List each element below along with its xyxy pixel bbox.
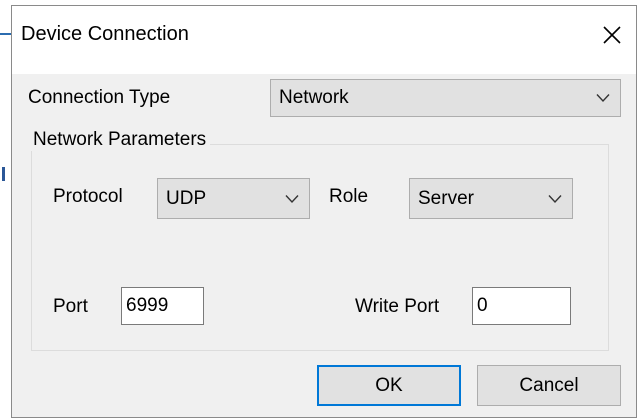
- port-input[interactable]: [122, 288, 203, 324]
- write-port-label: Write Port: [355, 296, 440, 317]
- ok-button[interactable]: OK: [317, 365, 461, 406]
- network-parameters-label: Network Parameters: [29, 129, 211, 151]
- close-button[interactable]: [588, 6, 636, 64]
- dialog-title: Device Connection: [21, 23, 189, 45]
- chevron-down-icon: [596, 94, 610, 103]
- role-label: Role: [329, 186, 369, 207]
- role-dropdown[interactable]: Server: [409, 178, 573, 219]
- protocol-dropdown[interactable]: UDP: [157, 178, 310, 219]
- chevron-down-icon: [548, 194, 562, 203]
- protocol-value: UDP: [166, 187, 207, 209]
- background-window-mark: [2, 167, 5, 181]
- connection-type-dropdown[interactable]: Network: [270, 79, 621, 117]
- cancel-button[interactable]: Cancel: [477, 365, 621, 406]
- write-port-input[interactable]: [473, 288, 570, 324]
- title-bar: Device Connection: [12, 6, 636, 74]
- chevron-down-icon: [285, 194, 299, 203]
- device-connection-dialog: Device Connection Connection Type Networ…: [11, 5, 637, 418]
- protocol-label: Protocol: [53, 186, 123, 207]
- port-field[interactable]: [121, 287, 204, 325]
- connection-type-label: Connection Type: [28, 87, 171, 108]
- close-icon: [603, 26, 621, 44]
- connection-type-value: Network: [279, 87, 349, 108]
- write-port-field[interactable]: [472, 287, 571, 325]
- port-label: Port: [53, 296, 88, 317]
- role-value: Server: [418, 187, 474, 209]
